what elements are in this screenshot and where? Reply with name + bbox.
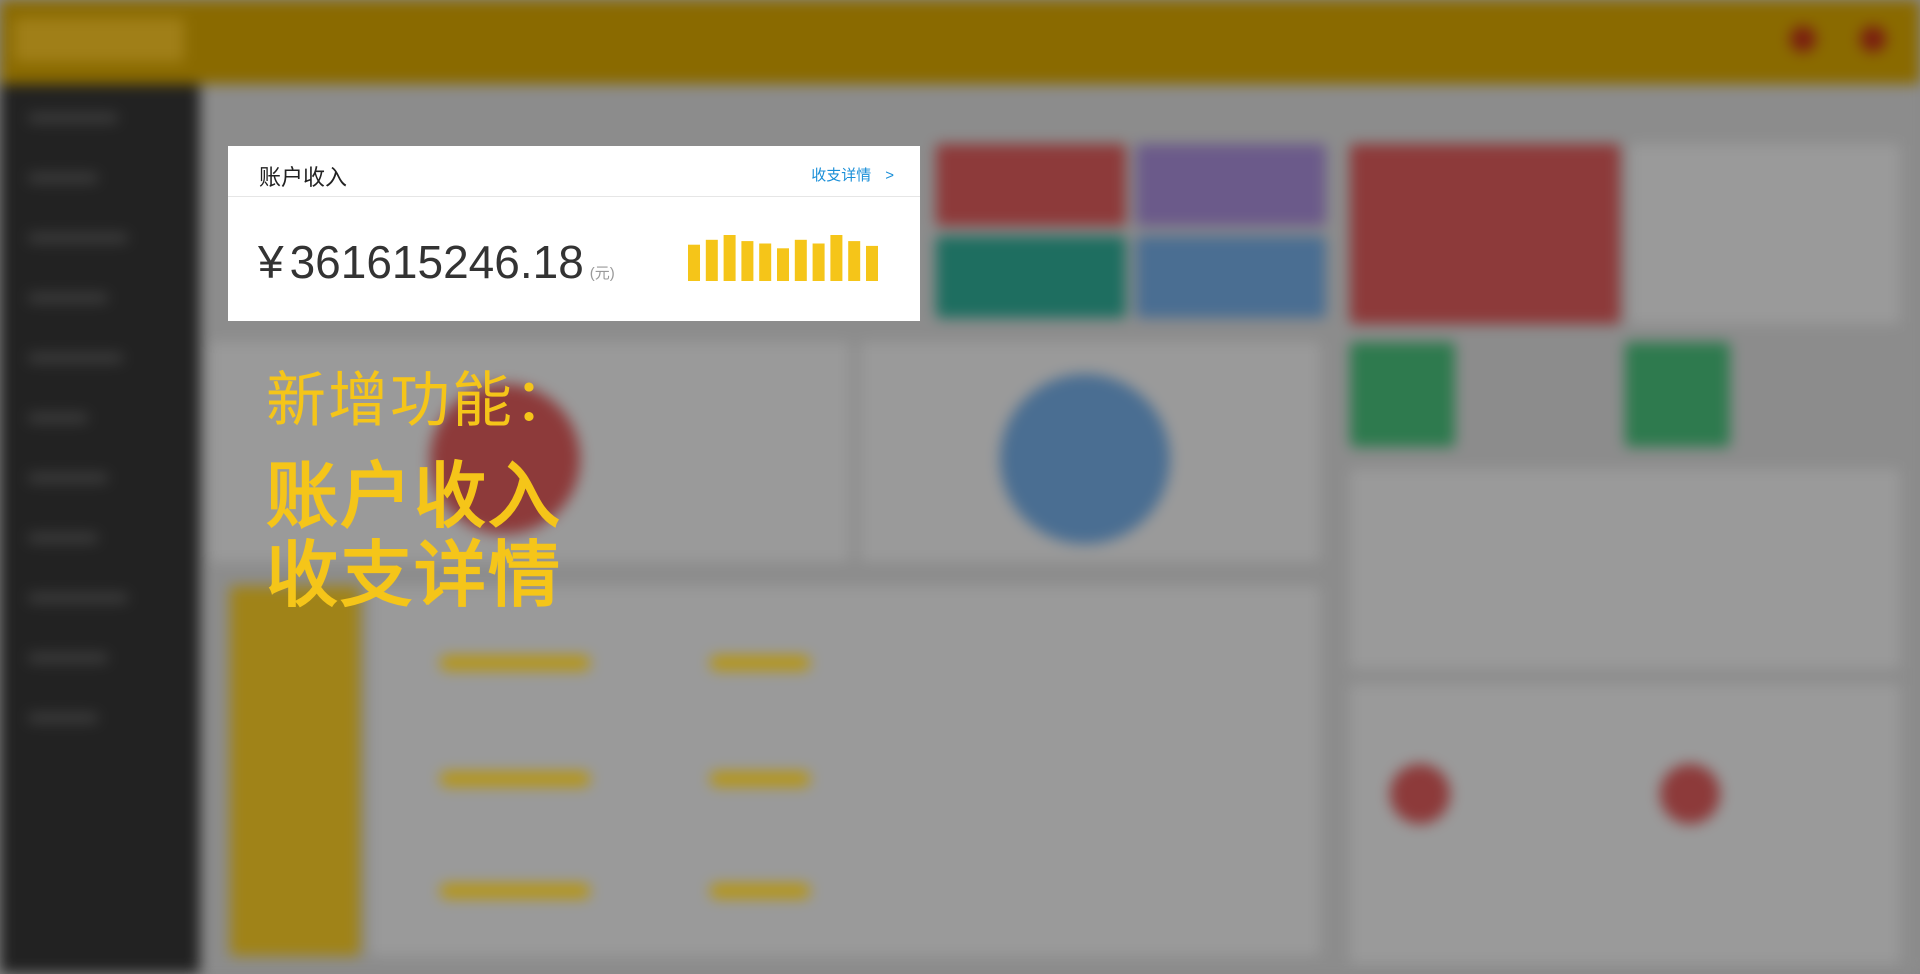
logo <box>14 18 184 62</box>
detail-link-label: 收支详情 <box>811 167 872 184</box>
mini-bar-chart-svg <box>688 235 878 281</box>
mini-bar-9 <box>848 241 861 281</box>
income-amount: ¥361615246.18 (元) <box>258 235 615 289</box>
amount-unit: (元) <box>589 265 615 282</box>
mini-bar-5 <box>777 248 789 281</box>
card-title: 账户收入 <box>259 165 348 190</box>
feature-line-income-expense-detail: 收支详情 <box>266 536 563 616</box>
mini-bar-1 <box>705 239 718 281</box>
notification-icon <box>1790 26 1816 52</box>
mini-bar-2 <box>723 235 736 281</box>
currency-symbol: ¥ <box>258 236 284 288</box>
mini-bar-0 <box>688 244 700 281</box>
mini-bar-8 <box>830 235 843 281</box>
account-income-card: 账户收入 收支详情 > ¥361615246.18 (元) <box>228 146 920 321</box>
mini-bar-chart <box>688 233 898 281</box>
top-header-bar <box>0 0 1920 84</box>
mini-bar-6 <box>794 239 807 281</box>
chevron-right-icon: > <box>885 167 894 184</box>
mini-bar-10 <box>866 245 878 281</box>
mini-bar-3 <box>741 241 754 281</box>
amount-value: 361615246.18 <box>289 236 584 288</box>
card-body: ¥361615246.18 (元) <box>228 197 920 321</box>
message-icon <box>1860 26 1886 52</box>
income-expense-detail-link[interactable]: 收支详情 > <box>811 164 894 185</box>
new-feature-label: 新增功能： <box>266 367 576 434</box>
mini-bar-7 <box>812 243 825 281</box>
card-header: 账户收入 收支详情 > <box>228 146 920 197</box>
mini-bar-4 <box>759 243 772 281</box>
sidebar <box>0 84 200 974</box>
